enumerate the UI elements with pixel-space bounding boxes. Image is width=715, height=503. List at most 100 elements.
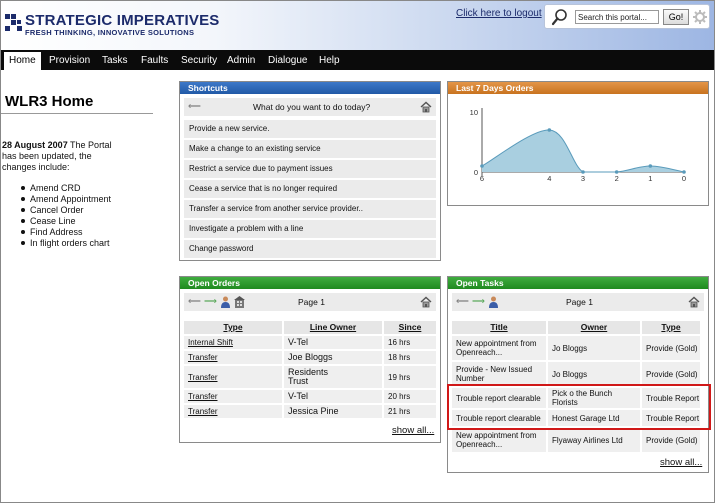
task-owner: Flyaway Airlines Ltd [548,428,640,452]
forward-arrow-icon[interactable]: ⟹ [472,296,485,307]
column-header-line-owner[interactable]: Line Owner [284,321,382,334]
back-arrow-icon[interactable]: ⟸ [188,101,201,112]
list-item: Cancel Order [21,205,121,216]
column-header-owner[interactable]: Owner [548,321,640,334]
task-title[interactable]: New appointment from Openreach... [452,428,546,452]
task-title[interactable]: Provide - New Issued Number [452,362,546,386]
main-nav: Home Provision Tasks Faults Security Adm… [1,50,714,70]
user-icon[interactable] [220,296,231,308]
column-header-type[interactable]: Type [184,321,282,334]
home-icon[interactable] [688,296,700,308]
open-tasks-toolbar: ⟸ ⟹ Page 1 [452,293,704,311]
list-item: Amend Appointment [21,194,121,205]
column-header-title[interactable]: Title [452,321,546,334]
order-line-owner: V-Tel [284,336,382,349]
shortcut-restrict-service[interactable]: Restrict a service due to payment issues [184,160,436,178]
order-line-owner: Joe Bloggs [284,351,382,364]
logo-title: STRATEGIC IMPERATIVES [25,12,220,29]
gear-icon[interactable] [693,10,707,24]
shortcut-cease-service[interactable]: Cease a service that is no longer requir… [184,180,436,198]
shortcut-change-password[interactable]: Change password [184,240,436,258]
page-title: WLR3 Home [5,93,94,110]
intro-text: 28 August 2007 The Portal has been updat… [2,140,112,173]
shortcut-investigate-problem[interactable]: Investigate a problem with a line [184,220,436,238]
logout-link[interactable]: Click here to logout [456,8,542,19]
search-input[interactable] [575,10,659,24]
open-tasks-panel: Open Tasks ⟸ ⟹ Page 1 Title Owner Type N… [447,276,709,473]
building-icon[interactable] [234,296,245,308]
nav-admin[interactable]: Admin [227,53,255,70]
user-icon[interactable] [488,296,499,308]
order-since: 21 hrs [384,405,436,418]
home-icon[interactable] [420,101,432,113]
shortcuts-toolbar: ⟸ What do you want to do today? [184,98,436,116]
task-type: Provide (Gold) [642,336,700,360]
task-owner: Jo Bloggs [548,362,640,386]
nav-dialogue[interactable]: Dialogue [268,53,307,70]
order-type-link[interactable]: Transfer [184,366,282,388]
x-tick-label: 3 [581,174,585,183]
open-orders-page-label: Page 1 [298,297,325,307]
column-header-since[interactable]: Since [384,321,436,334]
home-icon[interactable] [420,296,432,308]
shortcuts-panel: Shortcuts ⟸ What do you want to do today… [179,81,441,261]
order-since: 16 hrs [384,336,436,349]
list-item: In flight orders chart [21,238,121,249]
open-tasks-page-label: Page 1 [566,297,593,307]
order-line-owner: V-Tel [284,390,382,403]
orders-chart-title: Last 7 Days Orders [448,82,708,94]
search-bar: Go! [544,4,710,29]
order-type-link[interactable]: Transfer [184,405,282,418]
order-since: 18 hrs [384,351,436,364]
title-divider [1,113,153,114]
order-line-owner: Jessica Pine [284,405,382,418]
highlight-box [447,384,711,430]
nav-help[interactable]: Help [319,53,340,70]
y-tick-label: 10 [470,108,478,117]
shortcut-provide-new-service[interactable]: Provide a new service. [184,120,436,138]
task-type: Provide (Gold) [642,362,700,386]
order-line-owner: Residents Trust [284,366,382,388]
forward-arrow-icon[interactable]: ⟹ [204,296,217,307]
shortcut-transfer-service[interactable]: Transfer a service from another service … [184,200,436,218]
nav-security[interactable]: Security [181,53,217,70]
shortcuts-prompt: What do you want to do today? [253,102,371,112]
orders-show-all-link[interactable]: show all... [392,425,434,436]
open-orders-toolbar: ⟸ ⟹ Page 1 [184,293,436,311]
nav-home[interactable]: Home [4,52,41,70]
list-item: Cease Line [21,216,121,227]
list-item: Find Address [21,227,121,238]
data-point [648,164,653,168]
order-since: 20 hrs [384,390,436,403]
order-type-link[interactable]: Internal Shift [184,336,282,349]
shortcuts-title: Shortcuts [180,82,440,94]
order-type-link[interactable]: Transfer [184,351,282,364]
x-tick-label: 6 [480,174,484,183]
nav-tasks[interactable]: Tasks [102,53,128,70]
y-tick-label: 0 [474,168,478,177]
back-arrow-icon[interactable]: ⟸ [456,296,469,307]
tasks-show-all-link[interactable]: show all... [660,457,702,468]
open-orders-panel: Open Orders ⟸ ⟹ Page 1 Type Line Owner S… [179,276,441,443]
logo-mark-icon [5,14,22,32]
x-tick-label: 4 [547,174,551,183]
order-since: 19 hrs [384,366,436,388]
task-title[interactable]: New appointment from Openreach... [452,336,546,360]
nav-provision[interactable]: Provision [49,53,90,70]
changes-list: Amend CRD Amend Appointment Cancel Order… [21,183,121,249]
x-tick-label: 1 [648,174,652,183]
order-type-link[interactable]: Transfer [184,390,282,403]
search-icon [551,9,567,26]
data-point [480,164,484,168]
go-button[interactable]: Go! [663,9,689,25]
x-tick-label: 0 [682,174,686,183]
intro-date: 28 August 2007 [2,140,68,150]
shortcut-change-service[interactable]: Make a change to an existing service [184,140,436,158]
back-arrow-icon[interactable]: ⟸ [188,296,201,307]
orders-chart: 6 4 3 2 1 0100 [470,108,686,183]
nav-faults[interactable]: Faults [141,53,168,70]
logo-tagline: FRESH THINKING, INNOVATIVE SOLUTIONS [25,28,195,37]
site-header: STRATEGIC IMPERATIVES FRESH THINKING, IN… [1,1,714,50]
column-header-type[interactable]: Type [642,321,700,334]
open-orders-title: Open Orders [180,277,440,289]
